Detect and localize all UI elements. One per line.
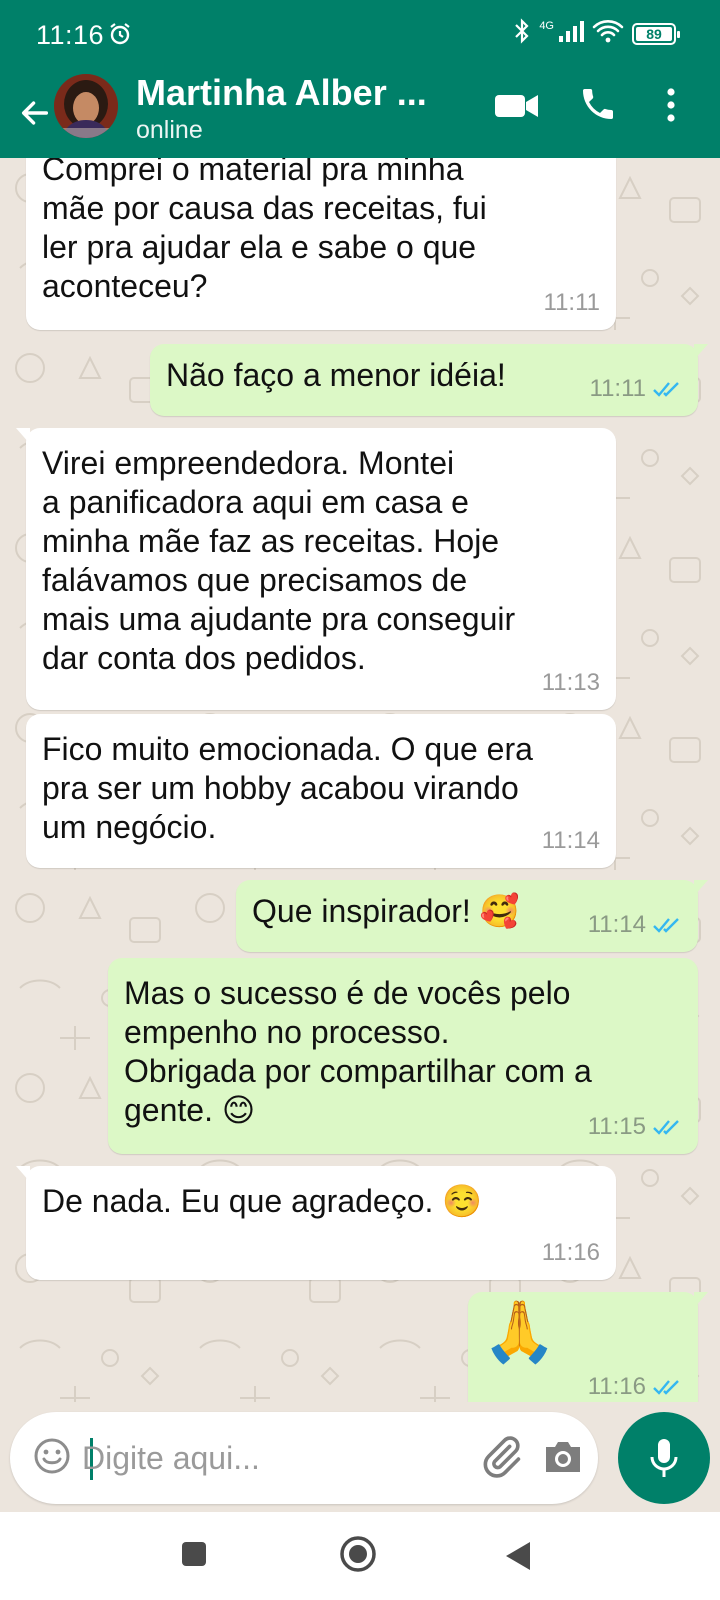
message-time: 11:11 (543, 289, 601, 316)
system-nav-bar (0, 1512, 720, 1600)
message-bubble-incoming[interactable]: Fico muito emocionada. O que era pra ser… (26, 714, 616, 868)
video-call-button[interactable] (494, 88, 540, 122)
bluetooth-icon (513, 18, 531, 49)
contact-status: online (136, 116, 203, 144)
back-nav-button[interactable] (504, 1540, 532, 1572)
double-check-icon (653, 1379, 679, 1395)
voice-message-button[interactable] (618, 1412, 710, 1504)
home-icon (340, 1536, 376, 1572)
message-meta: 11:15 (588, 1107, 682, 1146)
emoji-icon (34, 1438, 70, 1474)
message-meta: 11:13 (542, 663, 600, 702)
back-button[interactable] (12, 90, 58, 136)
message-meta: 11:14 (542, 821, 600, 860)
message-text: 🙏 (482, 1298, 557, 1365)
attach-button[interactable] (478, 1434, 524, 1485)
message-text: Comprei o material pra minha mãe por cau… (42, 158, 487, 304)
message-meta: 11:11 (544, 283, 601, 322)
message-meta: 11:11 (590, 369, 683, 408)
contact-name[interactable]: Martinha Alber ... (136, 72, 427, 114)
video-call-icon (495, 95, 538, 117)
message-list[interactable]: Comprei o material pra minha mãe por cau… (0, 158, 720, 1402)
message-text: De nada. Eu que agradeço. ☺️ (42, 1183, 483, 1219)
message-meta: 11:16 (588, 1367, 682, 1402)
message-composer (10, 1412, 598, 1504)
message-bubble-incoming[interactable]: Virei empreendedora. Montei a panificado… (16, 428, 616, 710)
phone-icon (583, 89, 613, 119)
message-bubble-outgoing[interactable]: Não faço a menor idéia! 11:11 (150, 344, 708, 416)
status-time: 11:16 (36, 20, 105, 50)
message-time: 11:16 (541, 1239, 600, 1266)
message-text: Fico muito emocionada. O que era pra ser… (42, 731, 533, 845)
message-bubble-outgoing[interactable]: Mas o sucesso é de vocês pelo empenho no… (108, 958, 698, 1154)
camera-button[interactable] (542, 1438, 584, 1481)
double-check-icon (653, 1119, 679, 1135)
recents-button[interactable] (180, 1540, 208, 1568)
mic-icon (650, 1439, 678, 1477)
message-bubble-outgoing[interactable]: Que inspirador! 🥰 11:14 (236, 880, 708, 952)
message-input[interactable] (82, 1430, 442, 1486)
message-time: 11:14 (587, 911, 646, 938)
more-vert-icon (667, 88, 675, 122)
back-triangle-icon (506, 1542, 530, 1570)
battery-level: 89 (646, 25, 662, 42)
arrow-left-icon (21, 101, 49, 125)
wifi-icon (592, 19, 624, 48)
home-button[interactable] (338, 1534, 378, 1574)
camera-icon (546, 1442, 580, 1472)
double-check-icon (653, 381, 679, 397)
chat-header: Martinha Alber ... online (0, 70, 720, 158)
avatar[interactable] (54, 74, 118, 138)
message-time: 11:11 (589, 375, 647, 402)
status-bar: 11:16 4G 89 (0, 0, 720, 70)
message-bubble-outgoing[interactable]: 🙏 11:16 (468, 1292, 708, 1402)
message-bubble-incoming[interactable]: Comprei o material pra minha mãe por cau… (26, 158, 616, 330)
message-text: Virei empreendedora. Montei a panificado… (42, 445, 516, 676)
alarm-icon (108, 22, 132, 51)
message-bubble-incoming[interactable]: De nada. Eu que agradeço. ☺️ 11:16 (16, 1166, 616, 1280)
more-options-button[interactable] (664, 86, 678, 124)
message-meta: 11:14 (588, 905, 682, 944)
recents-icon (182, 1542, 206, 1566)
message-meta: 11:16 (542, 1233, 600, 1272)
message-time: 11:15 (587, 1113, 646, 1140)
network-type: 4G (539, 19, 554, 32)
message-time: 11:16 (587, 1373, 646, 1400)
voice-call-button[interactable] (578, 84, 618, 124)
signal-icon (558, 20, 584, 47)
emoji-button[interactable] (32, 1436, 72, 1481)
double-check-icon (653, 917, 679, 933)
message-time: 11:13 (541, 669, 600, 696)
message-time: 11:14 (541, 827, 600, 854)
battery-icon: 89 (632, 22, 680, 45)
paperclip-icon (483, 1436, 521, 1478)
